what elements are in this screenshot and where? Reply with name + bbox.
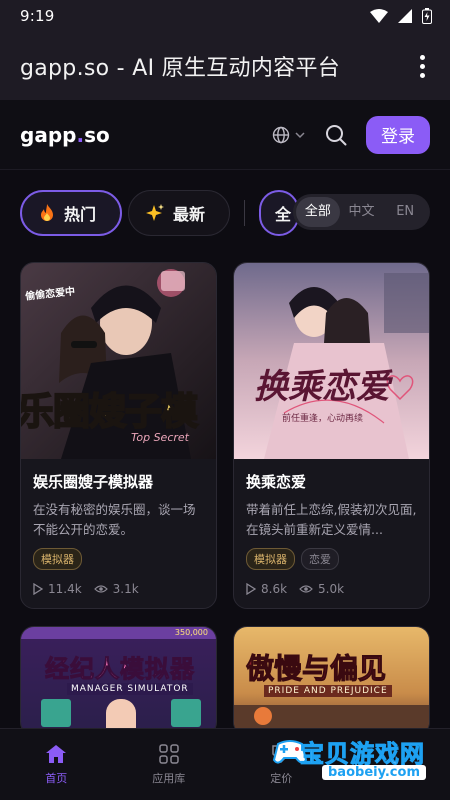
eye-icon xyxy=(299,585,313,593)
app-card[interactable]: 350,000 经纪人模拟器 MANAGER SIMULATOR xyxy=(20,626,217,736)
lang-zh[interactable]: 中文 xyxy=(340,197,384,227)
cover-subtitle-art: PRIDE AND PREJUDICE xyxy=(264,685,392,697)
chip-hot[interactable]: 热门 xyxy=(20,190,122,236)
signal-icon xyxy=(398,9,412,23)
views-count: 3.1k xyxy=(112,582,139,596)
lang-all[interactable]: 全部 xyxy=(296,197,340,227)
site-logo[interactable]: gapp.so xyxy=(20,123,110,147)
app-bar: gapp.so - AI 原生互动内容平台 xyxy=(0,32,450,100)
views-stat: 3.1k xyxy=(93,582,139,596)
card-description: 带着前任上恋综,假装初次见面,在镜头前重新定义爱情... xyxy=(246,502,417,537)
chip-all-label: 全 xyxy=(275,205,292,224)
nav-home[interactable]: 首页 xyxy=(0,729,113,800)
nav-home-label: 首页 xyxy=(45,771,68,785)
sparkle-icon xyxy=(146,204,164,221)
search-icon[interactable] xyxy=(324,123,348,147)
chip-latest-label: 最新 xyxy=(173,205,206,224)
category-filters: 热门 最新 全 全部 中文 EN xyxy=(0,186,450,240)
cover-panel xyxy=(171,699,201,727)
card-cover-image: 换乘恋爱 前任重逢，心动再续 xyxy=(234,263,429,459)
plays-count: 8.6k xyxy=(261,582,288,596)
play-icon xyxy=(246,583,256,595)
watermark-url: baobeiy.com xyxy=(322,765,426,780)
card-description: 在没有秘密的娱乐圈，谈一场不能公开的恋爱。 xyxy=(33,502,196,537)
plays-stat: 8.6k xyxy=(246,582,287,596)
site-header: gapp.so 登录 xyxy=(0,100,450,170)
wifi-icon xyxy=(370,9,388,23)
logo-main: gapp xyxy=(20,122,77,147)
app-card[interactable]: 傲慢与偏见 PRIDE AND PREJUDICE xyxy=(233,626,430,736)
cover-subtitle-art: Top Secret xyxy=(131,431,189,444)
login-button[interactable]: 登录 xyxy=(366,115,430,154)
views-stat: 5.0k xyxy=(299,582,344,596)
cover-title-art: 傲慢与偏见 xyxy=(245,652,387,686)
views-count: 5.0k xyxy=(318,582,345,596)
app-title: gapp.so - AI 原生互动内容平台 xyxy=(20,56,341,81)
logo-tail: so xyxy=(84,122,110,147)
plays-stat: 11.4k xyxy=(33,582,82,596)
language-segmented-control: 全部 中文 EN xyxy=(293,194,430,230)
cover-title-art: 乐圈嫂子模 xyxy=(21,389,199,434)
system-icons xyxy=(370,8,432,24)
card-title: 换乘恋爱 xyxy=(246,473,307,491)
eye-icon xyxy=(93,585,108,593)
language-switch-button[interactable] xyxy=(272,126,306,144)
cover-title-art: 换乘恋爱 xyxy=(254,367,390,407)
nav-library-label: 应用库 xyxy=(152,771,186,785)
battery-icon xyxy=(422,8,432,24)
watermark: 宝贝游戏网 baobeiy.com xyxy=(272,732,448,792)
card-tag: 模拟器 xyxy=(33,548,82,570)
app-card[interactable]: 偷偷恋爱中 乐圈嫂子模 Top Secret 娱乐圈嫂子模拟器 在没有秘密的娱乐… xyxy=(20,262,217,609)
card-title: 娱乐圈嫂子模拟器 xyxy=(33,473,154,491)
fire-icon xyxy=(41,204,53,221)
chip-latest[interactable]: 最新 xyxy=(128,190,230,236)
card-cover-image: 傲慢与偏见 PRIDE AND PREJUDICE xyxy=(234,627,429,735)
cover-subtitle-art: 前任重逢，心动再续 xyxy=(282,414,364,424)
card-cover-image: 偷偷恋爱中 乐圈嫂子模 Top Secret xyxy=(21,263,216,459)
cover-money: 350,000 xyxy=(174,628,208,637)
more-options-icon[interactable] xyxy=(410,51,434,81)
cover-flower xyxy=(254,707,272,725)
nav-library[interactable]: 应用库 xyxy=(113,729,226,800)
chip-hot-label: 热门 xyxy=(64,205,97,224)
app-card[interactable]: 换乘恋爱 前任重逢，心动再续 换乘恋爱 带着前任上恋综,假装初次见面,在镜头前重… xyxy=(233,262,430,609)
watermark-text: 宝贝游戏网 xyxy=(300,740,425,769)
card-tag: 模拟器 xyxy=(246,548,295,570)
home-icon xyxy=(46,744,67,763)
grid-icon xyxy=(159,743,179,764)
status-bar: 9:19 xyxy=(0,0,450,32)
filter-divider xyxy=(244,200,245,226)
cover-title-art: 经纪人模拟器 xyxy=(45,655,195,684)
plays-count: 11.4k xyxy=(48,582,82,596)
globe-icon xyxy=(272,126,290,143)
play-icon xyxy=(33,583,43,595)
card-tag: 恋爱 xyxy=(301,548,339,570)
lang-en[interactable]: EN xyxy=(383,197,427,227)
chevron-down-icon xyxy=(295,131,305,138)
status-time: 9:19 xyxy=(20,7,55,25)
cover-subtitle-art: MANAGER SIMULATOR xyxy=(67,683,193,695)
card-cover-image: 350,000 经纪人模拟器 MANAGER SIMULATOR xyxy=(21,627,216,735)
logo-dot: . xyxy=(76,122,85,147)
cover-panel xyxy=(41,699,71,727)
